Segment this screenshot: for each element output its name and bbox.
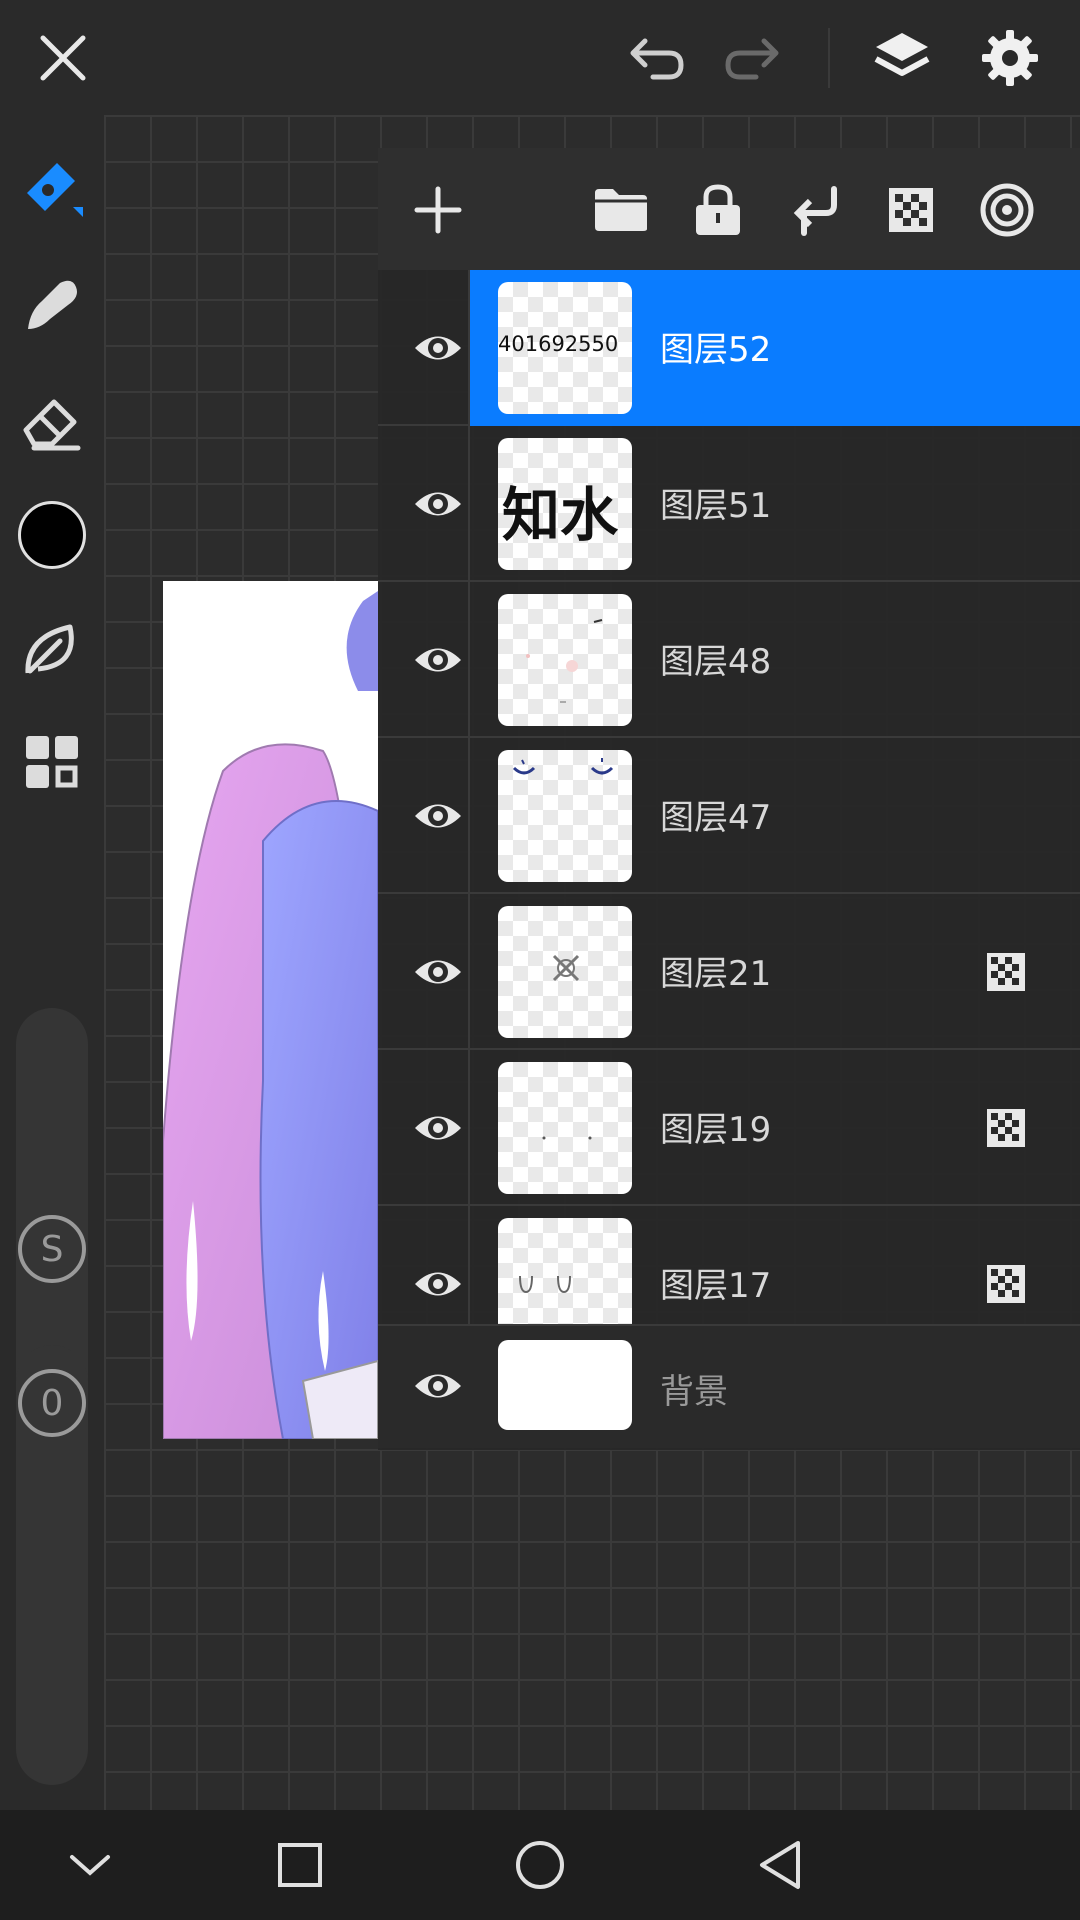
layer-thumbnail: [498, 750, 632, 882]
visibility-eye-icon[interactable]: [398, 1246, 478, 1322]
layer-thumbnail: 知水: [498, 438, 632, 570]
layer-name: 图层47: [660, 798, 772, 838]
smudge-icon[interactable]: [12, 265, 92, 345]
artwork-canvas[interactable]: [163, 581, 378, 1439]
recents-icon[interactable]: [260, 1830, 340, 1900]
size-button-label: S: [40, 1228, 64, 1270]
layer-row[interactable]: 知水 图层51: [378, 426, 1080, 582]
opacity-button-label: 0: [40, 1382, 64, 1424]
layer-name: 图层52: [660, 330, 772, 370]
undo-icon[interactable]: [616, 18, 696, 98]
layer-thumbnail: [498, 594, 632, 726]
alpha-lock-icon[interactable]: [871, 170, 951, 250]
lock-icon[interactable]: [678, 170, 758, 250]
layer-name: 图层21: [660, 954, 772, 994]
back-icon[interactable]: [740, 1830, 820, 1900]
layer-thumbnail: 401692550: [498, 282, 632, 414]
opacity-zero-icon[interactable]: 0: [18, 1369, 86, 1437]
layers-panel: 401692550 图层52 知水 图层51 图层48 图层47 图层21 图层…: [378, 148, 1080, 1450]
layer-row[interactable]: 图层47: [378, 738, 1080, 894]
thumbnail-text: 知水: [502, 481, 619, 549]
close-icon[interactable]: [23, 18, 103, 98]
layer-row[interactable]: 图层21: [378, 894, 1080, 1050]
merge-down-icon[interactable]: [775, 170, 855, 250]
size-s-icon[interactable]: S: [18, 1215, 86, 1283]
visibility-eye-icon[interactable]: [398, 778, 478, 854]
settings-icon[interactable]: [970, 18, 1050, 98]
home-icon[interactable]: [500, 1830, 580, 1900]
layers-panel-header: [378, 148, 1080, 270]
layer-name: 图层17: [660, 1266, 772, 1306]
visibility-eye-icon[interactable]: [398, 310, 478, 386]
thumbnail-text: 401692550: [498, 332, 619, 356]
system-nav-bar: [0, 1810, 1080, 1920]
folder-icon[interactable]: [581, 170, 661, 250]
redo-icon[interactable]: [713, 18, 793, 98]
toolbar-divider: [828, 28, 830, 88]
layer-thumbnail: [498, 906, 632, 1038]
layer-name: 图层51: [660, 486, 772, 526]
visibility-eye-icon[interactable]: [398, 466, 478, 542]
background-layer-name: 背景: [660, 1372, 728, 1412]
blend-icon[interactable]: [967, 170, 1047, 250]
layer-row[interactable]: 图层48: [378, 582, 1080, 738]
visibility-eye-icon[interactable]: [398, 1090, 478, 1166]
current-color-icon: [18, 501, 86, 569]
top-bar: [0, 0, 1080, 115]
leaf-icon[interactable]: [12, 609, 92, 689]
alpha-lock-indicator-icon: [986, 1264, 1026, 1304]
layer-thumbnail: [498, 1218, 632, 1324]
layer-name: 图层19: [660, 1110, 772, 1150]
alpha-lock-indicator-icon: [986, 1108, 1026, 1148]
layer-row[interactable]: 图层17: [378, 1206, 1080, 1326]
layer-row[interactable]: 401692550 图层52: [378, 270, 1080, 426]
add-layer-icon[interactable]: [398, 170, 478, 250]
layer-thumbnail: [498, 1062, 632, 1194]
visibility-eye-icon[interactable]: [398, 1348, 478, 1424]
eraser-icon[interactable]: [12, 382, 92, 462]
pen-icon[interactable]: [12, 148, 92, 228]
alpha-lock-indicator-icon: [986, 952, 1026, 992]
layers-icon[interactable]: [862, 18, 942, 98]
layer-name: 图层48: [660, 642, 772, 682]
back-chevron-icon[interactable]: [50, 1830, 130, 1900]
grid-icon[interactable]: [12, 722, 92, 802]
background-layer-row[interactable]: 背景: [378, 1326, 1080, 1448]
background-thumbnail: [498, 1340, 632, 1430]
color-swatch[interactable]: [12, 495, 92, 575]
left-toolbar: S 0: [0, 115, 104, 1810]
visibility-eye-icon[interactable]: [398, 622, 478, 698]
layer-row[interactable]: 图层19: [378, 1050, 1080, 1206]
visibility-eye-icon[interactable]: [398, 934, 478, 1010]
